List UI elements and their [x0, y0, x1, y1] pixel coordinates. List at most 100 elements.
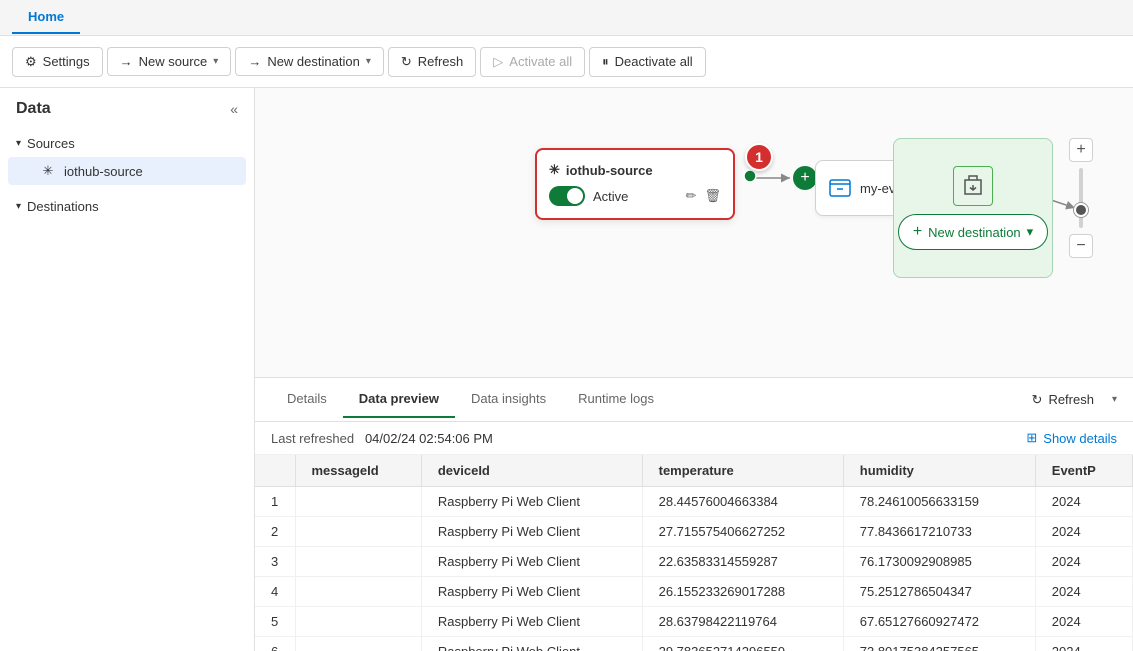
col-deviceid: deviceId [421, 455, 642, 487]
sidebar-item-iothub[interactable]: ✳ iothub-source [8, 157, 246, 185]
row-num: 4 [255, 577, 295, 607]
content-area: 1 ✳ iothub-source Active ✏ 🗑 [255, 88, 1133, 651]
row-deviceid: Raspberry Pi Web Client [421, 607, 642, 637]
new-destination-icon: → [248, 54, 261, 69]
row-temperature: 28.44576004663384 [642, 487, 843, 517]
table-row: 4 Raspberry Pi Web Client 26.15523326901… [255, 577, 1133, 607]
settings-icon: ⚙ [25, 54, 37, 70]
show-details-icon: ⊞ [1026, 430, 1037, 446]
tab-home[interactable]: Home [12, 1, 80, 34]
col-eventp: EventP [1035, 455, 1132, 487]
zoom-out-button[interactable]: − [1069, 234, 1093, 258]
plus-icon: + [800, 169, 809, 187]
row-num: 2 [255, 517, 295, 547]
row-event: 2024 [1035, 607, 1132, 637]
step1-badge: 1 [745, 143, 773, 171]
source-name: iothub-source [566, 163, 653, 178]
tab-data-insights[interactable]: Data insights [455, 381, 562, 418]
activate-all-button[interactable]: ▷ Activate all [480, 47, 585, 77]
source-card-icon: ✳ [549, 162, 560, 178]
row-event: 2024 [1035, 487, 1132, 517]
row-event: 2024 [1035, 547, 1132, 577]
canvas-area: 1 ✳ iothub-source Active ✏ 🗑 [255, 88, 1133, 378]
delete-source-button[interactable]: 🗑 [704, 188, 721, 204]
row-temperature: 27.715575406627252 [642, 517, 843, 547]
data-table: messageId deviceId temperature humidity … [255, 455, 1133, 651]
last-refreshed-value: 04/02/24 02:54:06 PM [365, 431, 493, 446]
dest-chevron-icon: ▾ [1027, 224, 1034, 240]
destination-placeholder-icon [953, 166, 993, 206]
zoom-handle [1074, 203, 1088, 217]
new-destination-canvas-button[interactable]: + New destination ▾ [898, 214, 1048, 250]
zoom-controls: + − [1069, 138, 1093, 258]
new-source-button[interactable]: → New source ▾ [107, 47, 232, 76]
refresh-toolbar-button[interactable]: ↻ Refresh [388, 47, 476, 77]
row-deviceid: Raspberry Pi Web Client [421, 487, 642, 517]
sidebar-title: Data [16, 100, 51, 118]
row-humidity: 73.80175384257565 [843, 637, 1035, 651]
activate-all-icon: ▷ [493, 54, 503, 70]
iothub-icon: ✳ [40, 163, 56, 179]
row-messageid [295, 577, 421, 607]
tab-details[interactable]: Details [271, 381, 343, 418]
row-messageid [295, 637, 421, 651]
row-deviceid: Raspberry Pi Web Client [421, 517, 642, 547]
main-layout: Data « ▾ Sources ✳ iothub-source ▾ Desti… [0, 88, 1133, 651]
sidebar-collapse-icon[interactable]: « [230, 101, 238, 117]
refresh-panel-button[interactable]: ↻ Refresh [1022, 386, 1104, 414]
row-messageid [295, 517, 421, 547]
panel-tabs: Details Data preview Data insights Runti… [255, 378, 1133, 422]
toolbar: ⚙ Settings → New source ▾ → New destinat… [0, 36, 1133, 88]
deactivate-button[interactable]: ⏸ Deactivate all [589, 47, 706, 77]
destination-area: + New destination ▾ [893, 138, 1053, 278]
new-destination-button[interactable]: → New destination ▾ [235, 47, 384, 76]
new-source-chevron: ▾ [213, 56, 218, 67]
new-destination-chevron: ▾ [366, 56, 371, 67]
row-messageid [295, 547, 421, 577]
row-deviceid: Raspberry Pi Web Client [421, 637, 642, 651]
row-num: 5 [255, 607, 295, 637]
edit-source-button[interactable]: ✏ [686, 188, 697, 204]
row-deviceid: Raspberry Pi Web Client [421, 577, 642, 607]
col-temperature: temperature [642, 455, 843, 487]
row-temperature: 29.783652714296559 [642, 637, 843, 651]
panel-chevron-down-icon[interactable]: ▾ [1112, 394, 1117, 405]
row-num: 6 [255, 637, 295, 651]
row-humidity: 78.24610056633159 [843, 487, 1035, 517]
new-source-icon: → [120, 54, 133, 69]
zoom-slider[interactable] [1079, 168, 1083, 228]
sidebar: Data « ▾ Sources ✳ iothub-source ▾ Desti… [0, 88, 255, 651]
source-card[interactable]: ✳ iothub-source Active ✏ 🗑 [535, 148, 735, 220]
active-toggle[interactable] [549, 186, 585, 206]
table-wrapper[interactable]: messageId deviceId temperature humidity … [255, 455, 1133, 651]
row-humidity: 76.1730092908985 [843, 547, 1035, 577]
table-row: 1 Raspberry Pi Web Client 28.44576004663… [255, 487, 1133, 517]
table-row: 6 Raspberry Pi Web Client 29.78365271429… [255, 637, 1133, 651]
eventstream-icon [828, 176, 852, 200]
col-messageid: messageId [295, 455, 421, 487]
bottom-panel: Details Data preview Data insights Runti… [255, 378, 1133, 651]
plus-dest-icon: + [913, 223, 922, 241]
row-messageid [295, 607, 421, 637]
row-temperature: 22.63583314559287 [642, 547, 843, 577]
row-event: 2024 [1035, 637, 1132, 651]
destinations-chevron-icon: ▾ [16, 201, 21, 212]
sources-section-header[interactable]: ▾ Sources [0, 130, 254, 157]
settings-button[interactable]: ⚙ Settings [12, 47, 103, 77]
tab-runtime-logs[interactable]: Runtime logs [562, 381, 670, 418]
refresh-panel-icon: ↻ [1032, 392, 1043, 408]
add-connector-button[interactable]: + [793, 166, 817, 190]
tab-data-preview[interactable]: Data preview [343, 381, 455, 418]
sources-chevron-icon: ▾ [16, 138, 21, 149]
row-deviceid: Raspberry Pi Web Client [421, 547, 642, 577]
row-humidity: 77.8436617210733 [843, 517, 1035, 547]
table-row: 5 Raspberry Pi Web Client 28.63798422119… [255, 607, 1133, 637]
row-messageid [295, 487, 421, 517]
show-details-button[interactable]: ⊞ Show details [1026, 430, 1117, 446]
zoom-in-button[interactable]: + [1069, 138, 1093, 162]
row-temperature: 28.63798422119764 [642, 607, 843, 637]
row-num: 1 [255, 487, 295, 517]
row-num: 3 [255, 547, 295, 577]
row-event: 2024 [1035, 577, 1132, 607]
destinations-section-header[interactable]: ▾ Destinations [0, 193, 254, 220]
